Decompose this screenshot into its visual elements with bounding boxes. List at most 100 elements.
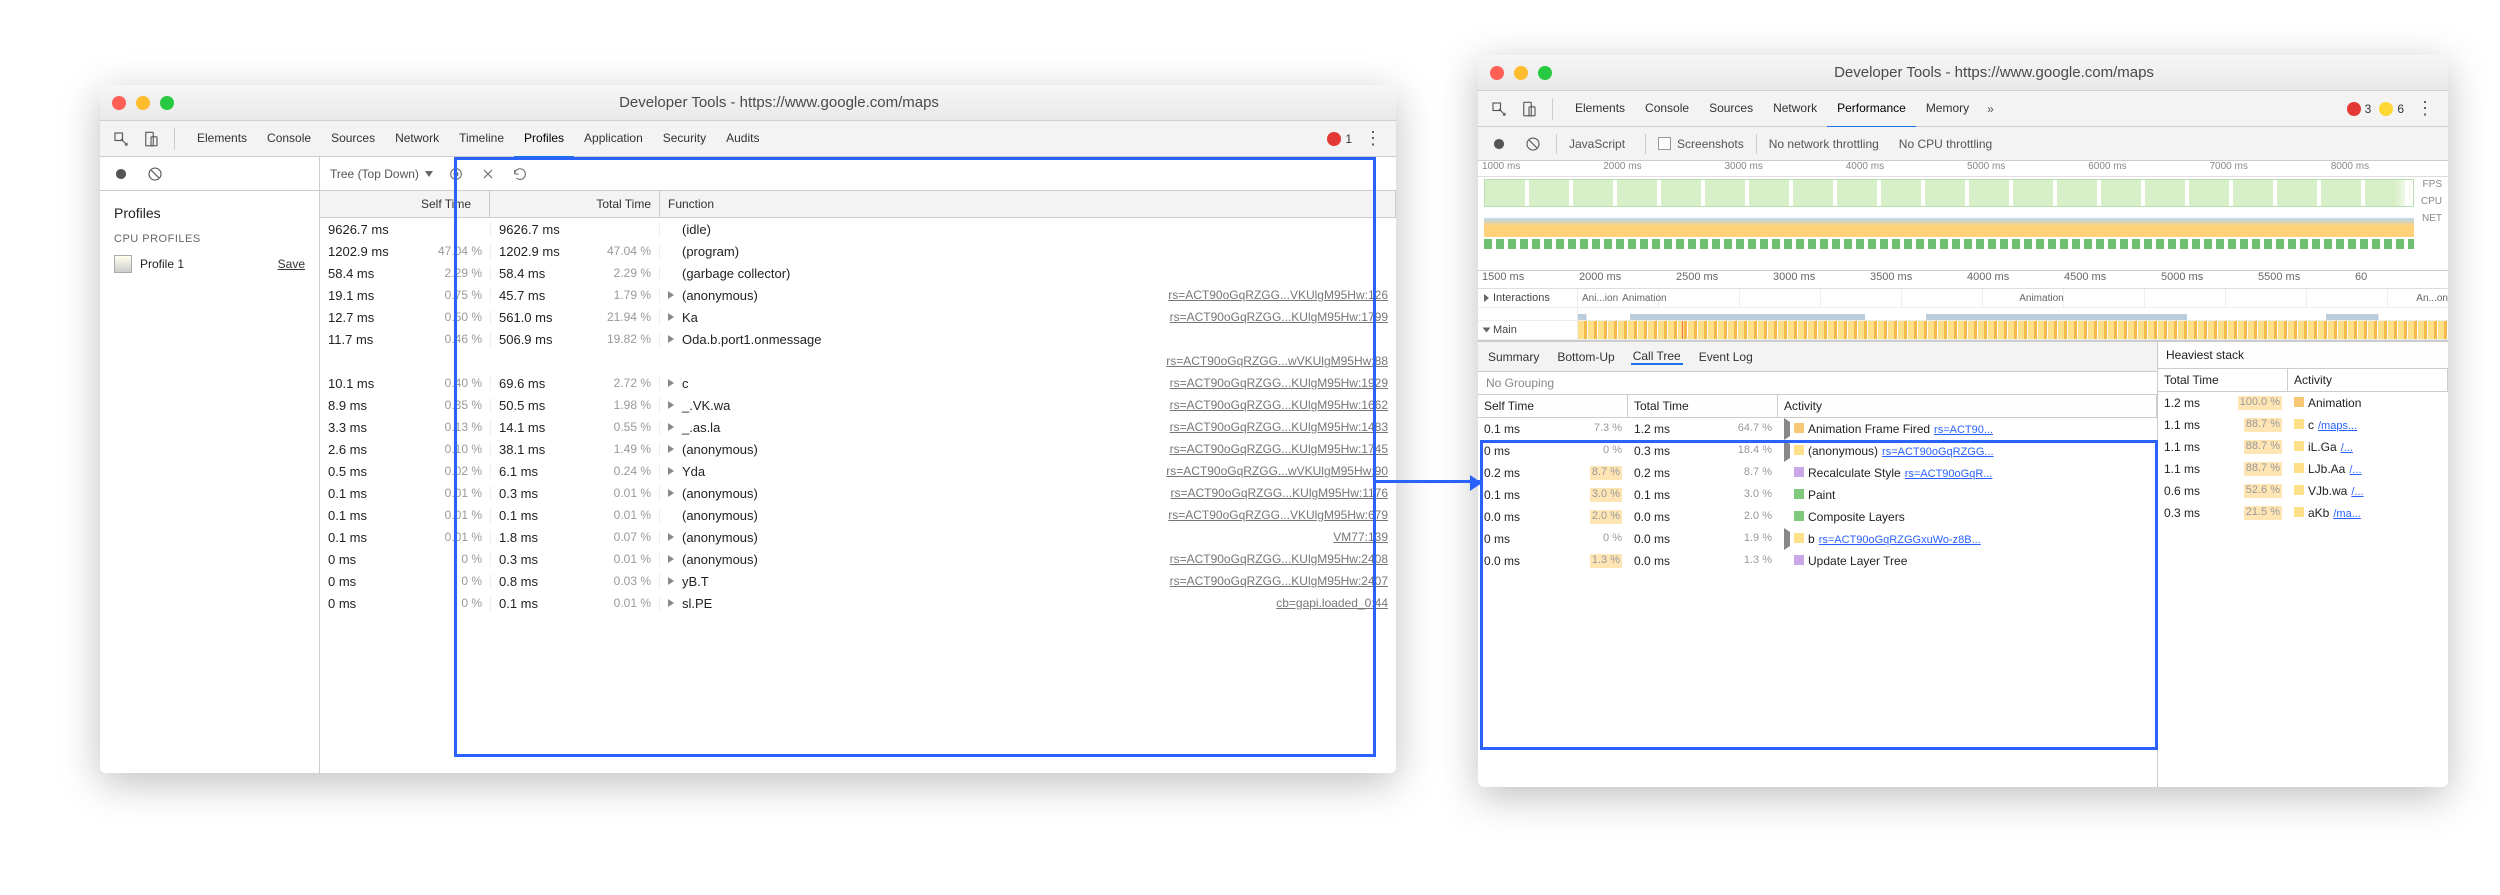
table-row[interactable]: 58.4 ms2.29 %58.4 ms2.29 %(garbage colle… bbox=[320, 262, 1396, 284]
profile-item[interactable]: Profile 1 Save bbox=[100, 249, 319, 279]
disclosure-triangle-icon[interactable] bbox=[668, 313, 674, 321]
maximize-window-button[interactable] bbox=[1538, 66, 1552, 80]
call-tree-row[interactable]: 0.0 ms1.3 %0.0 ms1.3 %Update Layer Tree bbox=[1478, 550, 2157, 572]
call-tree-row[interactable]: 0.0 ms2.0 %0.0 ms2.0 %Composite Layers bbox=[1478, 506, 2157, 528]
hs-col-activity[interactable]: Activity bbox=[2288, 369, 2448, 391]
table-row[interactable]: 0 ms0 %0.1 ms0.01 %sl.PEcb=gapi.loaded_0… bbox=[320, 592, 1396, 614]
disclosure-triangle-icon[interactable] bbox=[668, 291, 674, 299]
disclosure-triangle-icon[interactable] bbox=[668, 489, 674, 497]
maximize-window-button[interactable] bbox=[160, 96, 174, 110]
heaviest-stack-row[interactable]: 1.1 ms88.7 %c/maps... bbox=[2158, 414, 2448, 436]
focus-icon[interactable] bbox=[447, 165, 465, 183]
clear-icon[interactable] bbox=[1522, 133, 1544, 155]
source-link[interactable]: rs=ACT90oGqRZGG...KUlgM95Hw:1176 bbox=[1170, 486, 1388, 500]
heaviest-stack-row[interactable]: 1.1 ms88.7 %LJb.Aa/... bbox=[2158, 458, 2448, 480]
tab-memory[interactable]: Memory bbox=[1916, 90, 1979, 127]
hs-col-total[interactable]: Total Time bbox=[2158, 369, 2288, 391]
source-link[interactable]: /ma... bbox=[2333, 508, 2361, 520]
table-row[interactable]: 19.1 ms0.75 %45.7 ms1.79 %(anonymous)rs=… bbox=[320, 284, 1396, 306]
call-tree-row[interactable]: 0 ms0 %0.3 ms18.4 %(anonymous)rs=ACT90oG… bbox=[1478, 440, 2157, 462]
disclosure-triangle-icon[interactable] bbox=[668, 379, 674, 387]
screenshots-checkbox[interactable]: Screenshots bbox=[1658, 137, 1744, 151]
details-tab-summary[interactable]: Summary bbox=[1486, 350, 1541, 364]
heaviest-stack-row[interactable]: 1.2 ms100.0 %Animation bbox=[2158, 392, 2448, 414]
disclosure-triangle-icon[interactable] bbox=[668, 423, 674, 431]
tab-network[interactable]: Network bbox=[1763, 90, 1827, 127]
tab-application[interactable]: Application bbox=[574, 120, 653, 157]
tab-sources[interactable]: Sources bbox=[321, 120, 385, 157]
source-link[interactable]: /... bbox=[2349, 464, 2361, 476]
cpu-throttling-dropdown[interactable]: No CPU throttling bbox=[1899, 137, 2000, 151]
tab-profiles[interactable]: Profiles bbox=[514, 120, 574, 158]
table-row[interactable]: 0.5 ms0.02 %6.1 ms0.24 %Ydars=ACT90oGqRZ… bbox=[320, 460, 1396, 482]
table-row[interactable]: 9626.7 ms9626.7 ms(idle) bbox=[320, 218, 1396, 240]
call-tree-row[interactable]: 0.2 ms8.7 %0.2 ms8.7 %Recalculate Styler… bbox=[1478, 462, 2157, 484]
source-link[interactable]: rs=ACT90... bbox=[1934, 424, 1993, 436]
source-link[interactable]: rs=ACT90oGqRZGG...wVKUlgM95Hw:88 bbox=[1166, 354, 1388, 368]
call-tree-row[interactable]: 0.1 ms7.3 %1.2 ms64.7 %Animation Frame F… bbox=[1478, 418, 2157, 440]
disclosure-triangle-icon[interactable] bbox=[668, 599, 674, 607]
disclosure-triangle-icon[interactable] bbox=[668, 445, 674, 453]
close-window-button[interactable] bbox=[1490, 66, 1504, 80]
source-link[interactable]: rs=ACT90oGqRZGGxuWo-z8B... bbox=[1819, 534, 1981, 546]
source-link[interactable]: rs=ACT90oGqRZGG...KUlgM95Hw:1483 bbox=[1170, 420, 1388, 434]
clear-icon[interactable] bbox=[144, 163, 166, 185]
source-link[interactable]: /... bbox=[2341, 442, 2353, 454]
performance-overview[interactable]: 1000 ms2000 ms3000 ms4000 ms5000 ms6000 … bbox=[1478, 161, 2448, 271]
disclosure-triangle-icon[interactable] bbox=[1784, 418, 1790, 440]
disclosure-triangle-icon[interactable] bbox=[1784, 528, 1790, 550]
disclosure-triangle-icon[interactable] bbox=[1784, 440, 1790, 462]
error-count-badge[interactable]: 1 bbox=[1327, 132, 1352, 146]
tab-sources[interactable]: Sources bbox=[1699, 90, 1763, 127]
table-row[interactable]: 1202.9 ms47.04 %1202.9 ms47.04 %(program… bbox=[320, 240, 1396, 262]
source-link[interactable]: rs=ACT90oGqRZGG...VKUlgM95Hw:679 bbox=[1168, 508, 1388, 522]
disclosure-triangle-icon[interactable] bbox=[668, 401, 674, 409]
table-row[interactable]: 0.1 ms0.01 %0.1 ms0.01 %(anonymous)rs=AC… bbox=[320, 504, 1396, 526]
source-link[interactable]: rs=ACT90oGqRZGG...KUlgM95Hw:1745 bbox=[1170, 442, 1388, 456]
tab-security[interactable]: Security bbox=[653, 120, 716, 157]
inspect-element-icon[interactable] bbox=[1488, 98, 1510, 120]
source-link[interactable]: /maps... bbox=[2318, 420, 2357, 432]
tab-elements[interactable]: Elements bbox=[1565, 90, 1635, 127]
table-row[interactable]: 2.6 ms0.10 %38.1 ms1.49 %(anonymous)rs=A… bbox=[320, 438, 1396, 460]
table-row[interactable]: rs=ACT90oGqRZGG...wVKUlgM95Hw:88 bbox=[320, 350, 1396, 372]
source-link[interactable]: /... bbox=[2351, 486, 2363, 498]
network-throttling-dropdown[interactable]: No network throttling bbox=[1769, 137, 1887, 151]
heaviest-stack-row[interactable]: 0.3 ms21.5 %aKb/ma... bbox=[2158, 502, 2448, 524]
reload-icon[interactable] bbox=[511, 165, 529, 183]
table-row[interactable]: 11.7 ms0.46 %506.9 ms19.82 %Oda.b.port1.… bbox=[320, 328, 1396, 350]
tab-performance[interactable]: Performance bbox=[1827, 90, 1916, 128]
more-menu-icon[interactable]: ⋮ bbox=[1360, 128, 1386, 149]
save-profile-link[interactable]: Save bbox=[278, 257, 305, 271]
col-self-time[interactable]: Self Time bbox=[1478, 395, 1628, 417]
category-dropdown[interactable]: JavaScript bbox=[1569, 137, 1633, 151]
table-row[interactable]: 0 ms0 %0.3 ms0.01 %(anonymous)rs=ACT90oG… bbox=[320, 548, 1396, 570]
source-link[interactable]: rs=ACT90oGqR... bbox=[1905, 468, 1993, 480]
close-window-button[interactable] bbox=[112, 96, 126, 110]
tab-timeline[interactable]: Timeline bbox=[449, 120, 514, 157]
col-total-time[interactable]: Total Time bbox=[1628, 395, 1778, 417]
record-icon[interactable] bbox=[110, 163, 132, 185]
call-tree-row[interactable]: 0 ms0 %0.0 ms1.9 %brs=ACT90oGqRZGGxuWo-z… bbox=[1478, 528, 2157, 550]
source-link[interactable]: cb=gapi.loaded_0:44 bbox=[1276, 596, 1388, 610]
disclosure-triangle-icon[interactable] bbox=[668, 467, 674, 475]
tab-audits[interactable]: Audits bbox=[716, 120, 769, 157]
details-tab-bottom-up[interactable]: Bottom-Up bbox=[1555, 350, 1616, 364]
heaviest-stack-row[interactable]: 1.1 ms88.7 %iL.Ga/... bbox=[2158, 436, 2448, 458]
flame-chart-area[interactable]: 1500 ms2000 ms2500 ms3000 ms3500 ms4000 … bbox=[1478, 271, 2448, 341]
table-row[interactable]: 0 ms0 %0.8 ms0.03 %yB.Trs=ACT90oGqRZGG..… bbox=[320, 570, 1396, 592]
exclude-icon[interactable] bbox=[479, 165, 497, 183]
col-function[interactable]: Function bbox=[660, 191, 1396, 217]
source-link[interactable]: rs=ACT90oGqRZGG... bbox=[1882, 446, 1994, 458]
tab-console[interactable]: Console bbox=[1635, 90, 1699, 127]
disclosure-triangle-icon[interactable] bbox=[668, 335, 674, 343]
source-link[interactable]: rs=ACT90oGqRZGG...KUlgM95Hw:2407 bbox=[1170, 574, 1388, 588]
disclosure-triangle-icon[interactable] bbox=[668, 577, 674, 585]
source-link[interactable]: rs=ACT90oGqRZGG...VKUlgM95Hw:126 bbox=[1168, 288, 1388, 302]
main-thread-track[interactable]: Main bbox=[1478, 321, 2448, 340]
toggle-device-icon[interactable] bbox=[140, 128, 162, 150]
disclosure-triangle-icon[interactable] bbox=[668, 555, 674, 563]
table-row[interactable]: 10.1 ms0.40 %69.6 ms2.72 %crs=ACT90oGqRZ… bbox=[320, 372, 1396, 394]
minimize-window-button[interactable] bbox=[136, 96, 150, 110]
source-link[interactable]: rs=ACT90oGqRZGG...KUlgM95Hw:1662 bbox=[1170, 398, 1388, 412]
